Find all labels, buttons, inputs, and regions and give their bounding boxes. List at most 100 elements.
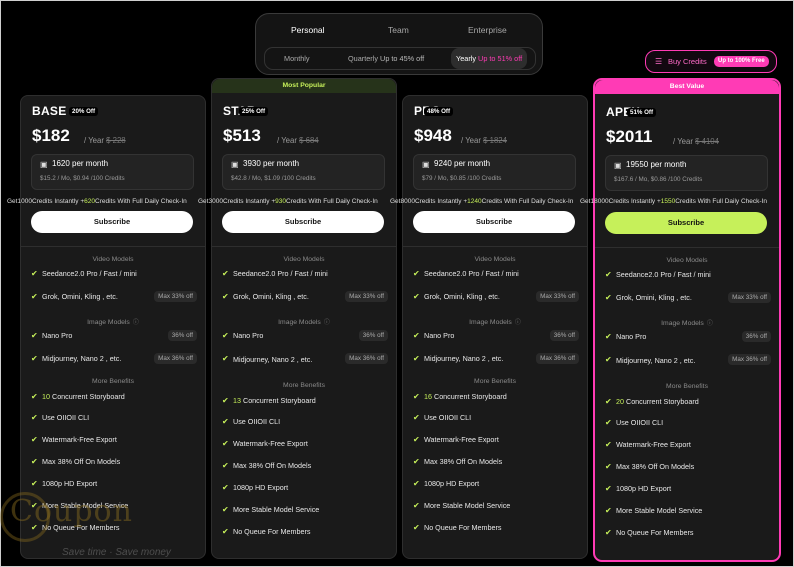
feature-item: ✔ Grok, Omini, Kling , etc. Max 33% off <box>413 291 579 305</box>
tab-personal[interactable]: Personal <box>291 18 325 42</box>
check-icon: ✔ <box>31 479 38 488</box>
feature-label: Midjourney, Nano 2 , etc. <box>424 354 504 363</box>
credits-icon: ▣ <box>40 160 48 169</box>
benefit-item: ✔ Use OIIOII CLI <box>222 416 388 430</box>
tab-enterprise[interactable]: Enterprise <box>468 18 507 42</box>
check-icon: ✔ <box>222 527 229 536</box>
discount-pill: 36% off <box>549 330 579 341</box>
subscribe-button[interactable]: Subscribe <box>605 212 767 234</box>
credit-box: ▣ 19550 per month $167.6 / Mo, $0.86 /100 … <box>605 155 768 191</box>
plan-card-apex: Best Value APEX 51% Off $2011/ Year $ 4104 ▣… <box>593 78 781 562</box>
discount-pill: Max 36% off <box>536 353 579 364</box>
plan-card-pro: PRO48% Off$948/ Year $ 1824▣9240 per mon… <box>402 95 588 559</box>
feature-item: ✔ Midjourney, Nano 2 , etc. Max 36% off <box>605 354 771 368</box>
feature-item: ✔ Nano Pro 36% off <box>605 331 771 345</box>
feature-item: ✔ Nano Pro 36% off <box>31 330 197 344</box>
benefit-label: Watermark-Free Export <box>616 440 691 449</box>
benefit-item: ✔ 1080p HD Export <box>605 483 771 497</box>
section-image-models: Image Models ⓘ <box>87 319 139 326</box>
check-icon: ✔ <box>31 392 38 401</box>
discount-badge: 25% Off <box>239 107 269 116</box>
monthly-credits: 1620 per month <box>52 159 109 168</box>
feature-item: ✔ Midjourney, Nano 2 , etc. Max 36% off <box>31 353 197 367</box>
feature-item: ✔ Grok, Omini, Kling , etc. Max 33% off <box>31 291 197 305</box>
period-yearly[interactable]: Yearly Up to 51% off <box>451 48 528 69</box>
subscribe-button[interactable]: Subscribe <box>413 211 575 233</box>
credits-icon: ▣ <box>231 160 239 169</box>
feature-item: ✔ Seedance2.0 Pro / Fast / mini <box>222 268 388 282</box>
check-icon: ✔ <box>413 501 420 510</box>
tab-team[interactable]: Team <box>388 18 409 42</box>
benefit-item: ✔ 1080p HD Export <box>413 478 579 492</box>
subscribe-button[interactable]: Subscribe <box>31 211 193 233</box>
benefit-label: Watermark-Free Export <box>233 439 308 448</box>
benefit-label: No Queue For Members <box>233 527 311 536</box>
original-price: $ 684 <box>299 136 319 145</box>
plan-toggle: Personal Team Enterprise Monthly Quarter… <box>255 13 543 75</box>
check-icon: ✔ <box>222 396 229 405</box>
buy-credits-button[interactable]: ☰ Buy Credits Up to 100% Free <box>645 50 777 73</box>
info-icon: ⓘ <box>514 320 521 326</box>
check-icon: ✔ <box>222 417 229 426</box>
discount-pill: Max 36% off <box>728 354 771 365</box>
period-monthly[interactable]: Monthly <box>284 48 310 69</box>
benefit-label: 1080p HD Export <box>616 484 672 493</box>
feature-item: ✔ Midjourney, Nano 2 , etc. Max 36% off <box>413 353 579 367</box>
plan-price: $948 <box>414 126 452 145</box>
check-icon: ✔ <box>605 528 612 537</box>
plan-price: $2011 <box>606 127 653 146</box>
benefit-label: Max 38% Off On Models <box>616 462 695 471</box>
plan-card-base: BASE 20% Off $182 / Year $ 228 ▣ 1620 per mon… <box>20 95 206 559</box>
check-icon: ✔ <box>605 440 612 449</box>
benefit-item: ✔ More Stable Model Service <box>605 505 771 519</box>
feature-label: Nano Pro <box>233 331 264 340</box>
check-icon: ✔ <box>605 293 612 302</box>
feature-item: ✔ Midjourney, Nano 2 , etc. Max 36% off <box>222 353 388 367</box>
benefit-label: More Stable Model Service <box>424 501 511 510</box>
period-quarterly[interactable]: Quarterly Up to 45% off <box>348 48 424 69</box>
benefit-item: ✔ No Queue For Members <box>605 527 771 541</box>
benefit-label: 16 Concurrent Storyboard <box>424 392 507 401</box>
benefit-item: ✔ Use OIIOII CLI <box>31 412 197 426</box>
monthly-credits: 9240 per month <box>434 159 491 168</box>
check-icon: ✔ <box>413 392 420 401</box>
feature-label: Grok, Omini, Kling , etc. <box>616 293 692 302</box>
discount-badge: 48% Off <box>424 107 454 116</box>
divider <box>21 246 205 247</box>
discount-pill: Max 36% off <box>154 353 197 364</box>
benefit-label: Use OIIOII CLI <box>42 413 90 422</box>
plan-card-star: Most PopularSTAR25% Off$513/ Year $ 684▣… <box>211 78 397 559</box>
benefit-item: ✔ 20 Concurrent Storyboard <box>605 396 771 410</box>
benefit-item: ✔ 1080p HD Export <box>31 478 197 492</box>
subscribe-button[interactable]: Subscribe <box>222 211 384 233</box>
benefit-label: 1080p HD Export <box>233 483 289 492</box>
check-icon: ✔ <box>31 413 38 422</box>
benefit-item: ✔ No Queue For Members <box>222 526 388 540</box>
original-price: $ 4104 <box>695 137 719 146</box>
credit-box: ▣ 9240 per month $79 / Mo, $0.85 /100 Cred… <box>413 154 576 190</box>
benefit-label: 20 Concurrent Storyboard <box>616 397 699 406</box>
benefit-item: ✔ 1080p HD Export <box>222 482 388 496</box>
feature-label: Nano Pro <box>616 332 647 341</box>
price-period: / Year $ 684 <box>277 136 319 145</box>
benefit-item: ✔ Max 38% Off On Models <box>413 456 579 470</box>
benefit-label: Use OIIOII CLI <box>233 417 281 426</box>
monthly-credits: 3930 per month <box>243 159 300 168</box>
feature-label: Grok, Omini, Kling , etc. <box>233 292 309 301</box>
feature-item: ✔ Grok, Omini, Kling , etc. Max 33% off <box>605 292 771 306</box>
credit-price-detail: $15.2 / Mo, $0.94 /100 Credits <box>40 175 125 182</box>
benefit-item: ✔ 13 Concurrent Storyboard <box>222 395 388 409</box>
benefit-label: Max 38% Off On Models <box>233 461 312 470</box>
benefit-item: ✔ More Stable Model Service <box>413 500 579 514</box>
benefit-label: 1080p HD Export <box>424 479 480 488</box>
check-icon: ✔ <box>413 331 420 340</box>
check-icon: ✔ <box>413 457 420 466</box>
check-icon: ✔ <box>222 439 229 448</box>
plan-badge: Best Value <box>595 80 779 94</box>
feature-item: ✔ Seedance2.0 Pro / Fast / mini <box>605 269 771 283</box>
feature-item: ✔ Nano Pro 36% off <box>413 330 579 344</box>
benefit-item: ✔ Watermark-Free Export <box>31 434 197 448</box>
original-price: $ 228 <box>106 136 126 145</box>
discount-pill: Max 36% off <box>345 353 388 364</box>
feature-item: ✔ Seedance2.0 Pro / Fast / mini <box>31 268 197 282</box>
